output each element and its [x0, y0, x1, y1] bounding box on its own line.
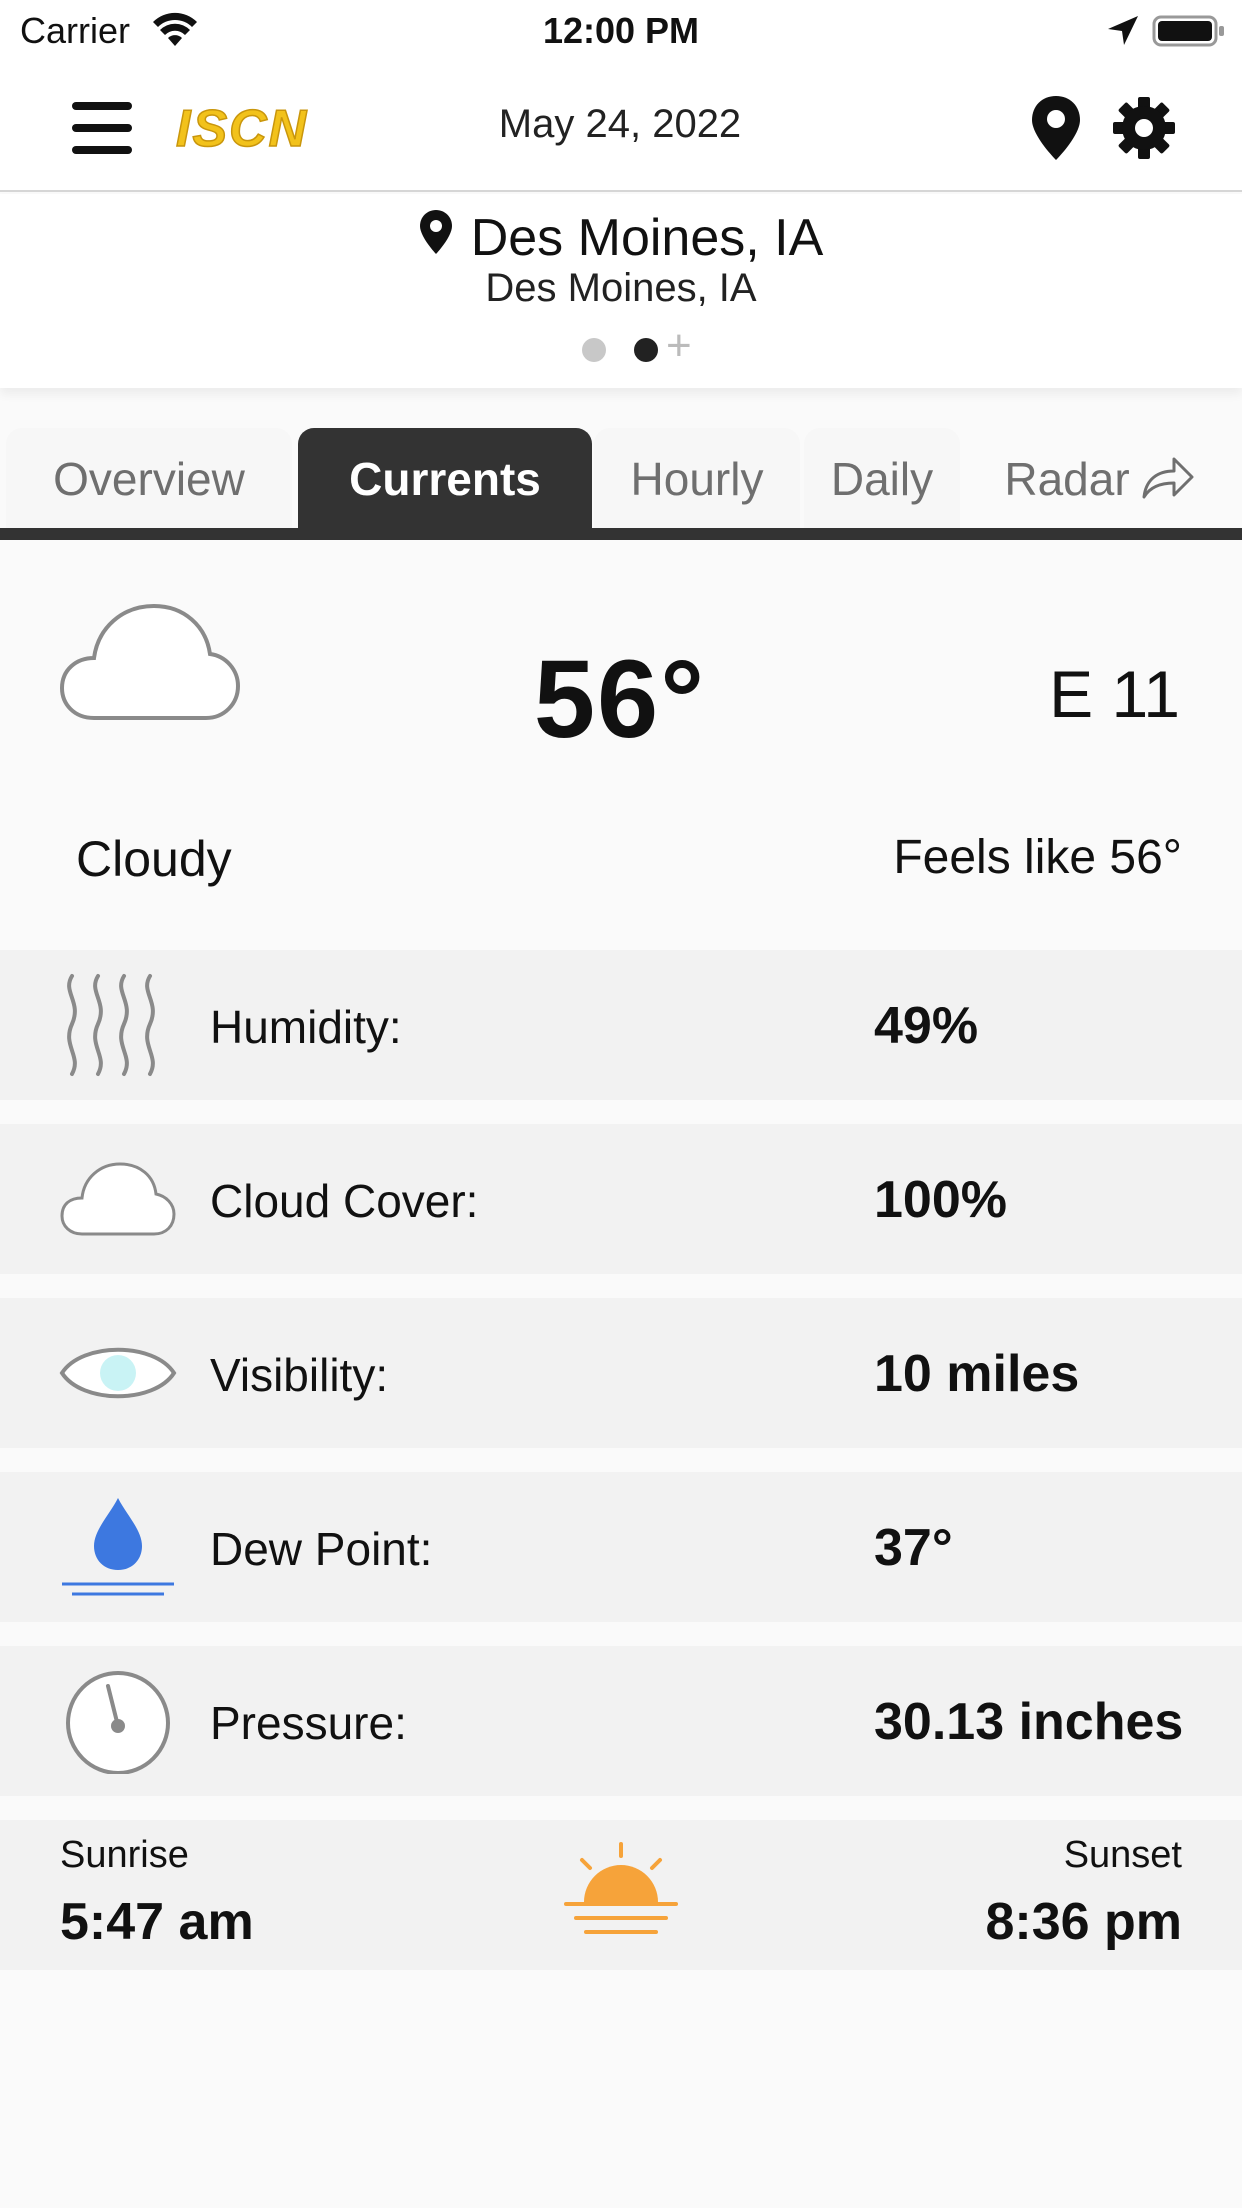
location-subtitle: Des Moines, IA: [485, 266, 757, 310]
current-temperature: 56°: [533, 638, 707, 761]
add-location-icon[interactable]: +: [666, 324, 692, 368]
tab-radar-label: Radar: [1004, 453, 1130, 505]
cloud-cover-label: Cloud Cover:: [210, 1175, 479, 1227]
eye-icon: [59, 1347, 177, 1399]
status-bar: Carrier 12:00 PM: [0, 0, 1242, 62]
tab-overview[interactable]: Overview: [6, 428, 292, 528]
iscn-logo[interactable]: ISCN: [172, 96, 352, 158]
cloud-cover-icon: [60, 1162, 176, 1236]
sunrise-sunset-row: Sunrise 5:47 am Sunset 8:36 pm: [0, 1820, 1242, 1970]
pager-dot-active[interactable]: [634, 338, 658, 362]
current-summary: 56° E 11 Cloudy Feels like 56°: [0, 540, 1242, 950]
sunset-label: Sunset: [1063, 1834, 1182, 1876]
location-pin-small-icon: [419, 210, 452, 254]
detail-row-cloud-cover: Cloud Cover: 100%: [0, 1124, 1242, 1274]
tab-overview-label: Overview: [53, 453, 245, 505]
top-nav-bar: ISCN May 24, 2022: [0, 62, 1242, 192]
location-header: Des Moines, IA Des Moines, IA +: [0, 194, 1242, 388]
tab-hourly-label: Hourly: [630, 453, 764, 505]
location-title-row[interactable]: Des Moines, IA: [0, 208, 1242, 268]
svg-text:ISCN: ISCN: [176, 100, 308, 158]
tab-radar[interactable]: Radar: [964, 428, 1236, 528]
visibility-label: Visibility:: [210, 1349, 389, 1401]
tab-daily-label: Daily: [830, 453, 934, 505]
location-title: Des Moines, IA: [470, 209, 824, 267]
sunrise-label: Sunrise: [60, 1834, 189, 1876]
humidity-label: Humidity:: [210, 1001, 402, 1053]
visibility-value: 10 miles: [874, 1345, 1080, 1403]
forecast-tabs: Overview Currents Hourly Daily Radar: [0, 428, 1242, 540]
detail-row-pressure: Pressure: 30.13 inches: [0, 1646, 1242, 1796]
wind-value: E 11: [1049, 657, 1180, 731]
location-pin-icon[interactable]: [1030, 94, 1082, 162]
status-time: 12:00 PM: [542, 10, 700, 51]
nav-date: May 24, 2022: [498, 102, 742, 146]
sunrise-time: 5:47 am: [60, 1893, 254, 1951]
dew-point-label: Dew Point:: [210, 1523, 433, 1575]
detail-row-humidity: Humidity: 49%: [0, 950, 1242, 1100]
pressure-label: Pressure:: [210, 1697, 407, 1749]
menu-icon[interactable]: [70, 100, 134, 156]
share-arrow-icon: [1142, 457, 1194, 499]
tab-hourly[interactable]: Hourly: [594, 428, 800, 528]
pressure-value: 30.13 inches: [874, 1693, 1184, 1751]
tab-daily[interactable]: Daily: [804, 428, 960, 528]
location-pager[interactable]: +: [582, 324, 712, 368]
feels-like-text: Feels like 56°: [893, 831, 1182, 884]
tab-underline: [0, 528, 1242, 540]
gear-icon[interactable]: [1112, 96, 1176, 160]
dew-point-value: 37°: [874, 1519, 953, 1577]
battery-icon: [1152, 15, 1224, 47]
detail-row-visibility: Visibility: 10 miles: [0, 1298, 1242, 1448]
condition-text: Cloudy: [76, 831, 232, 887]
humidity-icon: [67, 974, 155, 1076]
humidity-value: 49%: [874, 997, 979, 1055]
cloud-icon: [59, 603, 241, 720]
sunset-time: 8:36 pm: [985, 1893, 1182, 1951]
location-arrow-icon: [1108, 16, 1138, 45]
pager-dot[interactable]: [582, 338, 606, 362]
tab-currents-label: Currents: [349, 453, 541, 505]
cloud-cover-value: 100%: [874, 1171, 1007, 1229]
detail-row-dew-point: Dew Point: 37°: [0, 1472, 1242, 1622]
dew-drop-icon: [62, 1498, 174, 1596]
sunset-icon: [564, 1842, 678, 1934]
gauge-icon: [66, 1671, 170, 1774]
tab-currents[interactable]: Currents: [298, 428, 592, 528]
